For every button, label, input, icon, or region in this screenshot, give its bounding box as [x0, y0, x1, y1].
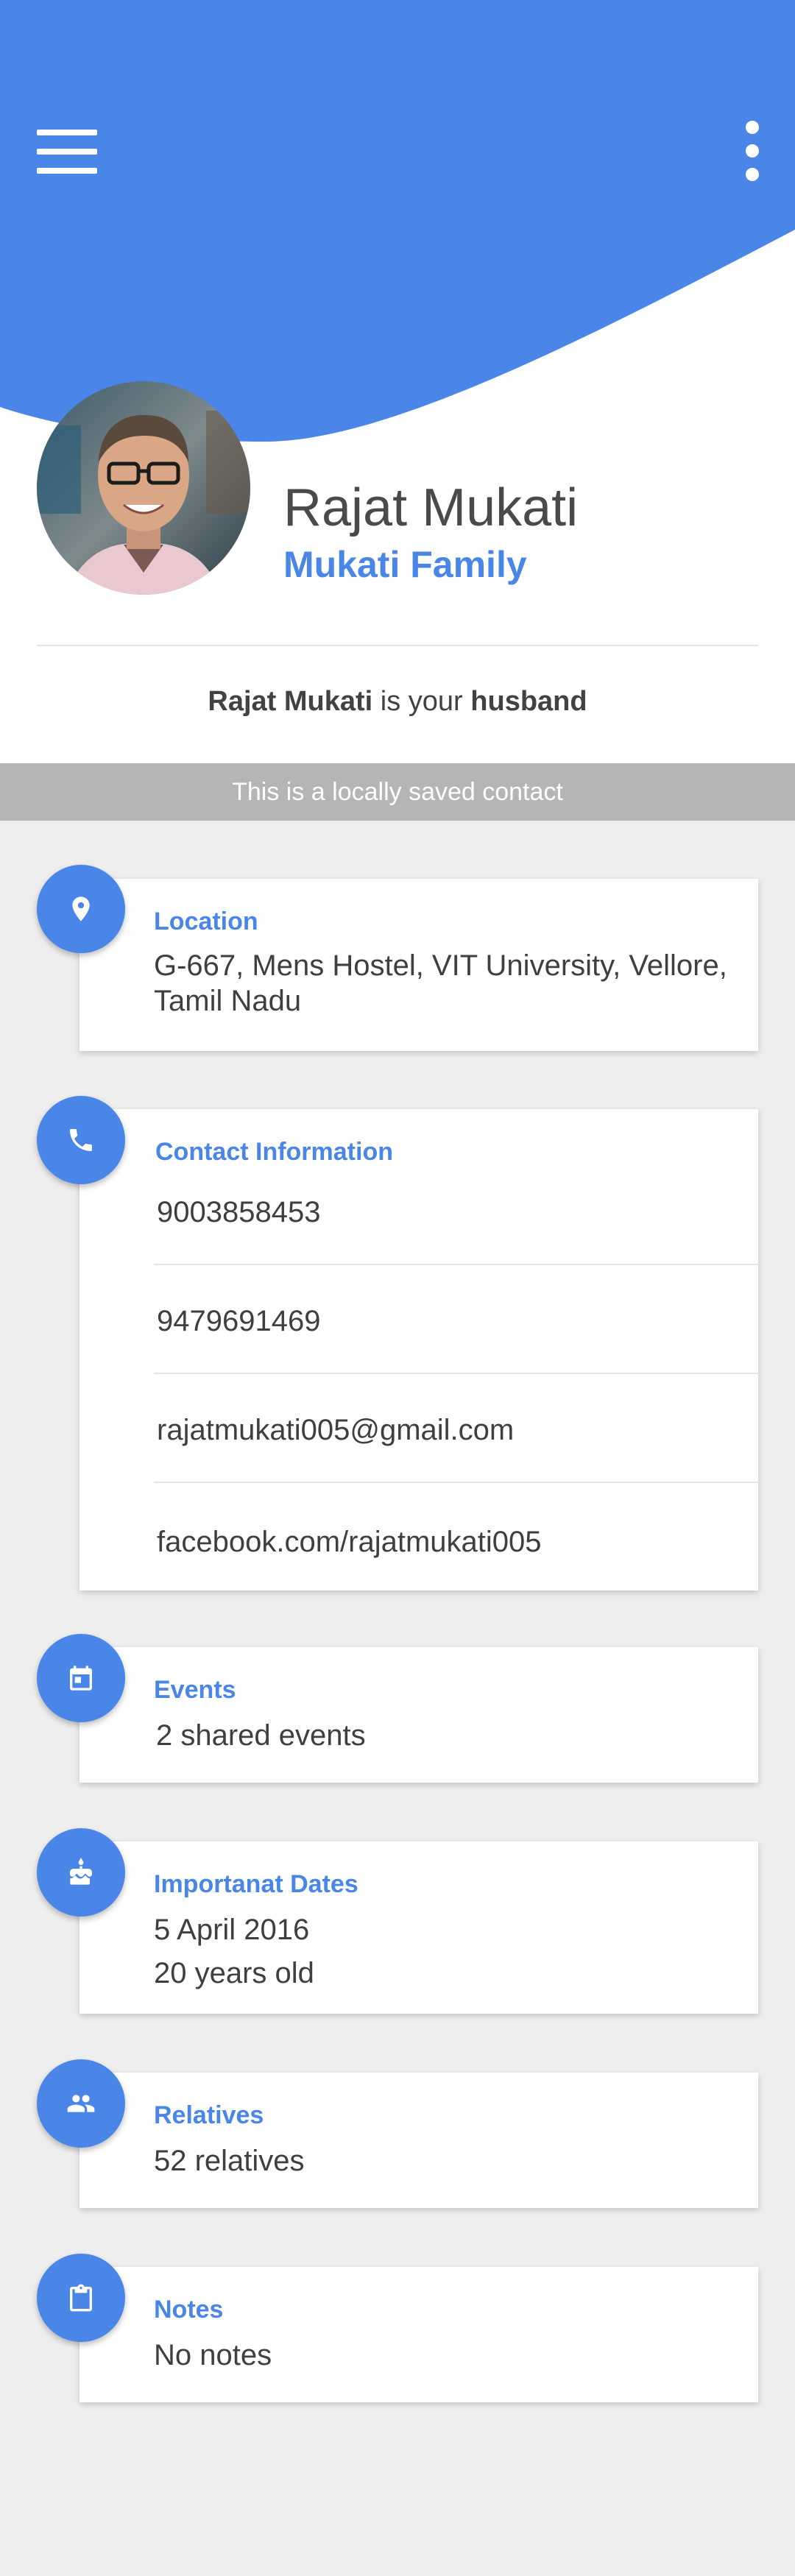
events-count: 2 shared events [156, 1719, 366, 1752]
location-card[interactable]: Location G-667, Mens Hostel, VIT Univers… [80, 879, 758, 1051]
notes-card[interactable]: Notes No notes [80, 2267, 758, 2402]
phone-number-2: 9479691469 [157, 1305, 321, 1337]
relationship-role: husband [470, 686, 587, 717]
relatives-card[interactable]: Relatives 52 relatives [80, 2073, 758, 2208]
vertical-more-icon[interactable] [738, 118, 767, 184]
phone-number-1-row[interactable]: 9003858453 [154, 1156, 758, 1265]
relatives-title: Relatives [154, 2101, 264, 2129]
location-line-1: G-667, Mens Hostel, VIT University, Vell… [154, 949, 727, 982]
facebook-row[interactable]: facebook.com/rajatmukati005 [154, 1483, 758, 1592]
relationship-connector: is your [372, 686, 471, 717]
people-icon[interactable] [37, 2059, 125, 2148]
location-line-2: Tamil Nadu [154, 985, 302, 1017]
divider [37, 645, 758, 646]
contact-profile-page: Rajat Mukati Mukati Family Rajat Mukati … [0, 0, 795, 2576]
cake-icon[interactable] [37, 1828, 125, 1917]
relatives-count: 52 relatives [154, 2145, 305, 2177]
facebook-url: facebook.com/rajatmukati005 [157, 1526, 542, 1558]
important-dates-card[interactable]: Importanat Dates 5 April 2016 20 years o… [80, 1841, 758, 2014]
clipboard-icon[interactable] [37, 2254, 125, 2342]
important-dates-title: Importanat Dates [154, 1870, 358, 1898]
local-contact-banner: This is a locally saved contact [0, 763, 795, 821]
relationship-person: Rajat Mukati [208, 686, 373, 717]
avatar[interactable] [37, 381, 250, 595]
events-card[interactable]: Events 2 shared events [80, 1647, 758, 1783]
notes-text: No notes [154, 2339, 272, 2371]
profile-header: Rajat Mukati Mukati Family Rajat Mukati … [0, 0, 795, 763]
email-address: rajatmukati005@gmail.com [157, 1414, 515, 1446]
events-title: Events [154, 1676, 236, 1704]
relationship-text: Rajat Mukati is your husband [0, 684, 795, 718]
location-title: Location [154, 907, 258, 935]
birth-date: 5 April 2016 [154, 1914, 310, 1946]
phone-number-2-row[interactable]: 9479691469 [154, 1265, 758, 1374]
email-row[interactable]: rajatmukati005@gmail.com [154, 1374, 758, 1483]
contact-name: Rajat Mukati [283, 478, 579, 537]
hamburger-menu-icon[interactable] [37, 130, 97, 174]
phone-number-1: 9003858453 [157, 1196, 321, 1228]
contact-information-card: Contact Information 9003858453 947969146… [80, 1109, 758, 1590]
calendar-icon[interactable] [37, 1634, 125, 1722]
age-text: 20 years old [154, 1957, 314, 1989]
notes-title: Notes [154, 2296, 224, 2324]
location-pin-icon[interactable] [37, 865, 125, 953]
phone-icon[interactable] [37, 1096, 125, 1184]
family-group-link[interactable]: Mukati Family [283, 542, 527, 587]
avatar-photo [37, 381, 250, 595]
